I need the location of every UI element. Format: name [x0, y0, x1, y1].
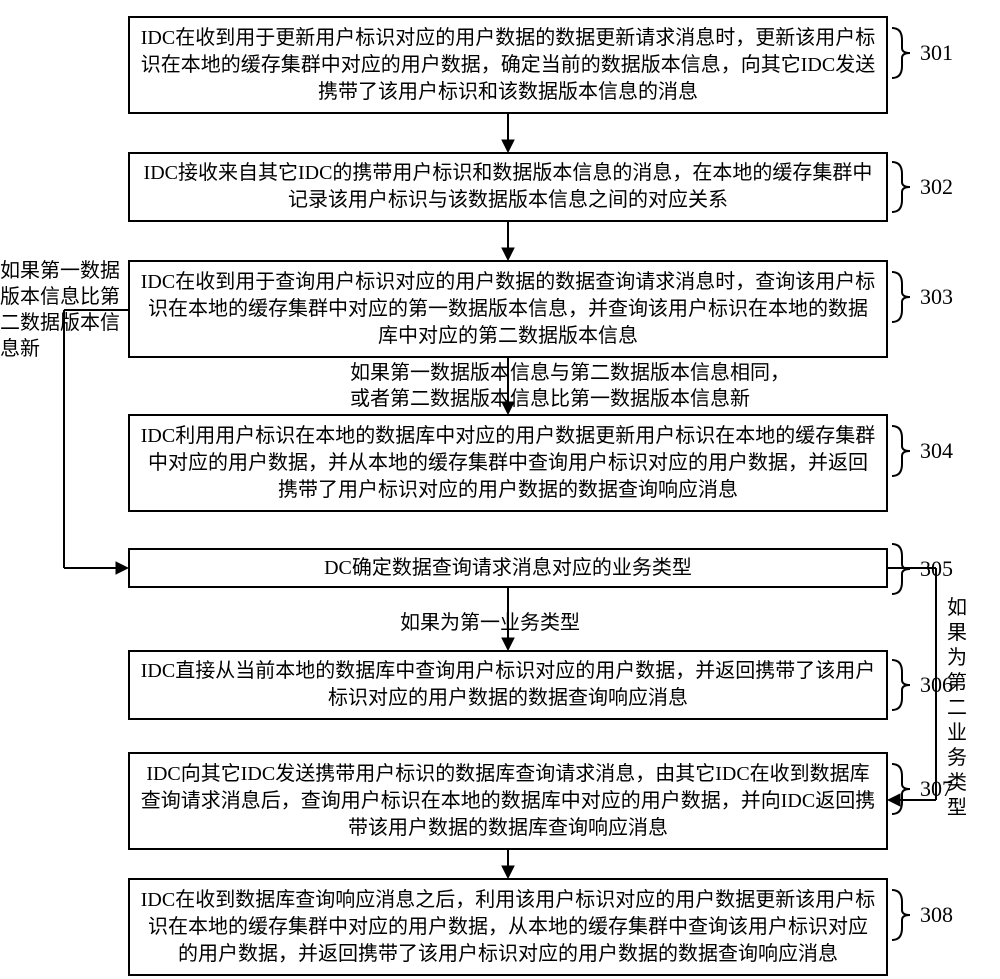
- step-308: IDC在收到数据库查询响应消息之后，利用该用户标识对应的用户数据更新该用户标识在…: [128, 878, 888, 976]
- label-305: 305: [890, 542, 953, 596]
- label-307: 307: [890, 762, 953, 816]
- step-306-text: IDC直接从当前本地的数据库中查询用户标识对应的用户数据，并返回携带了该用户标识…: [140, 658, 876, 712]
- label-302-num: 302: [920, 174, 953, 200]
- label-306: 306: [890, 658, 953, 712]
- annotation-5to6: 如果为第一业务类型: [400, 610, 580, 636]
- step-301-text: IDC在收到用于更新用户标识对应的用户数据的数据更新请求消息时，更新该用户标识在…: [140, 25, 876, 106]
- step-305: DC确定数据查询请求消息对应的业务类型: [128, 548, 888, 588]
- step-308-text: IDC在收到数据库查询响应消息之后，利用该用户标识对应的用户数据更新该用户标识在…: [140, 887, 876, 968]
- annotation-3to4: 如果第一数据版本信息与第二数据版本信息相同， 或者第二数据版本信息比第一数据版本…: [350, 360, 790, 412]
- annotation-left: 如果第一数据 版本信息比第 二数据版本信 息新: [0, 258, 120, 362]
- step-306: IDC直接从当前本地的数据库中查询用户标识对应的用户数据，并返回携带了该用户标识…: [128, 650, 888, 720]
- annotation-right: 如果为第二业务类型: [946, 596, 968, 821]
- step-303: IDC在收到用于查询用户标识对应的用户数据的数据查询请求消息时，查询该用户标识在…: [128, 260, 888, 358]
- label-304-num: 304: [920, 438, 953, 464]
- step-301: IDC在收到用于更新用户标识对应的用户数据的数据更新请求消息时，更新该用户标识在…: [128, 16, 888, 114]
- step-303-text: IDC在收到用于查询用户标识对应的用户数据的数据查询请求消息时，查询该用户标识在…: [140, 269, 876, 350]
- label-304: 304: [890, 424, 953, 478]
- step-307: IDC向其它IDC发送携带用户标识的数据库查询请求消息，由其它IDC在收到数据库…: [128, 752, 888, 850]
- step-304: IDC利用用户标识在本地的数据库中对应的用户数据更新用户标识在本地的缓存集群中对…: [128, 414, 888, 512]
- label-305-num: 305: [920, 556, 953, 582]
- step-302-text: IDC接收来自其它IDC的携带用户标识和数据版本信息的消息，在本地的缓存集群中记…: [140, 160, 876, 214]
- label-303-num: 303: [920, 284, 953, 310]
- step-307-text: IDC向其它IDC发送携带用户标识的数据库查询请求消息，由其它IDC在收到数据库…: [140, 761, 876, 842]
- label-308: 308: [890, 888, 953, 942]
- step-304-text: IDC利用用户标识在本地的数据库中对应的用户数据更新用户标识在本地的缓存集群中对…: [140, 423, 876, 504]
- label-301-num: 301: [920, 40, 953, 66]
- label-301: 301: [890, 26, 953, 80]
- step-305-text: DC确定数据查询请求消息对应的业务类型: [324, 555, 692, 582]
- step-302: IDC接收来自其它IDC的携带用户标识和数据版本信息的消息，在本地的缓存集群中记…: [128, 152, 888, 222]
- label-308-num: 308: [920, 902, 953, 928]
- label-303: 303: [890, 270, 953, 324]
- flowchart-canvas: IDC在收到用于更新用户标识对应的用户数据的数据更新请求消息时，更新该用户标识在…: [0, 0, 1000, 979]
- label-302: 302: [890, 160, 953, 214]
